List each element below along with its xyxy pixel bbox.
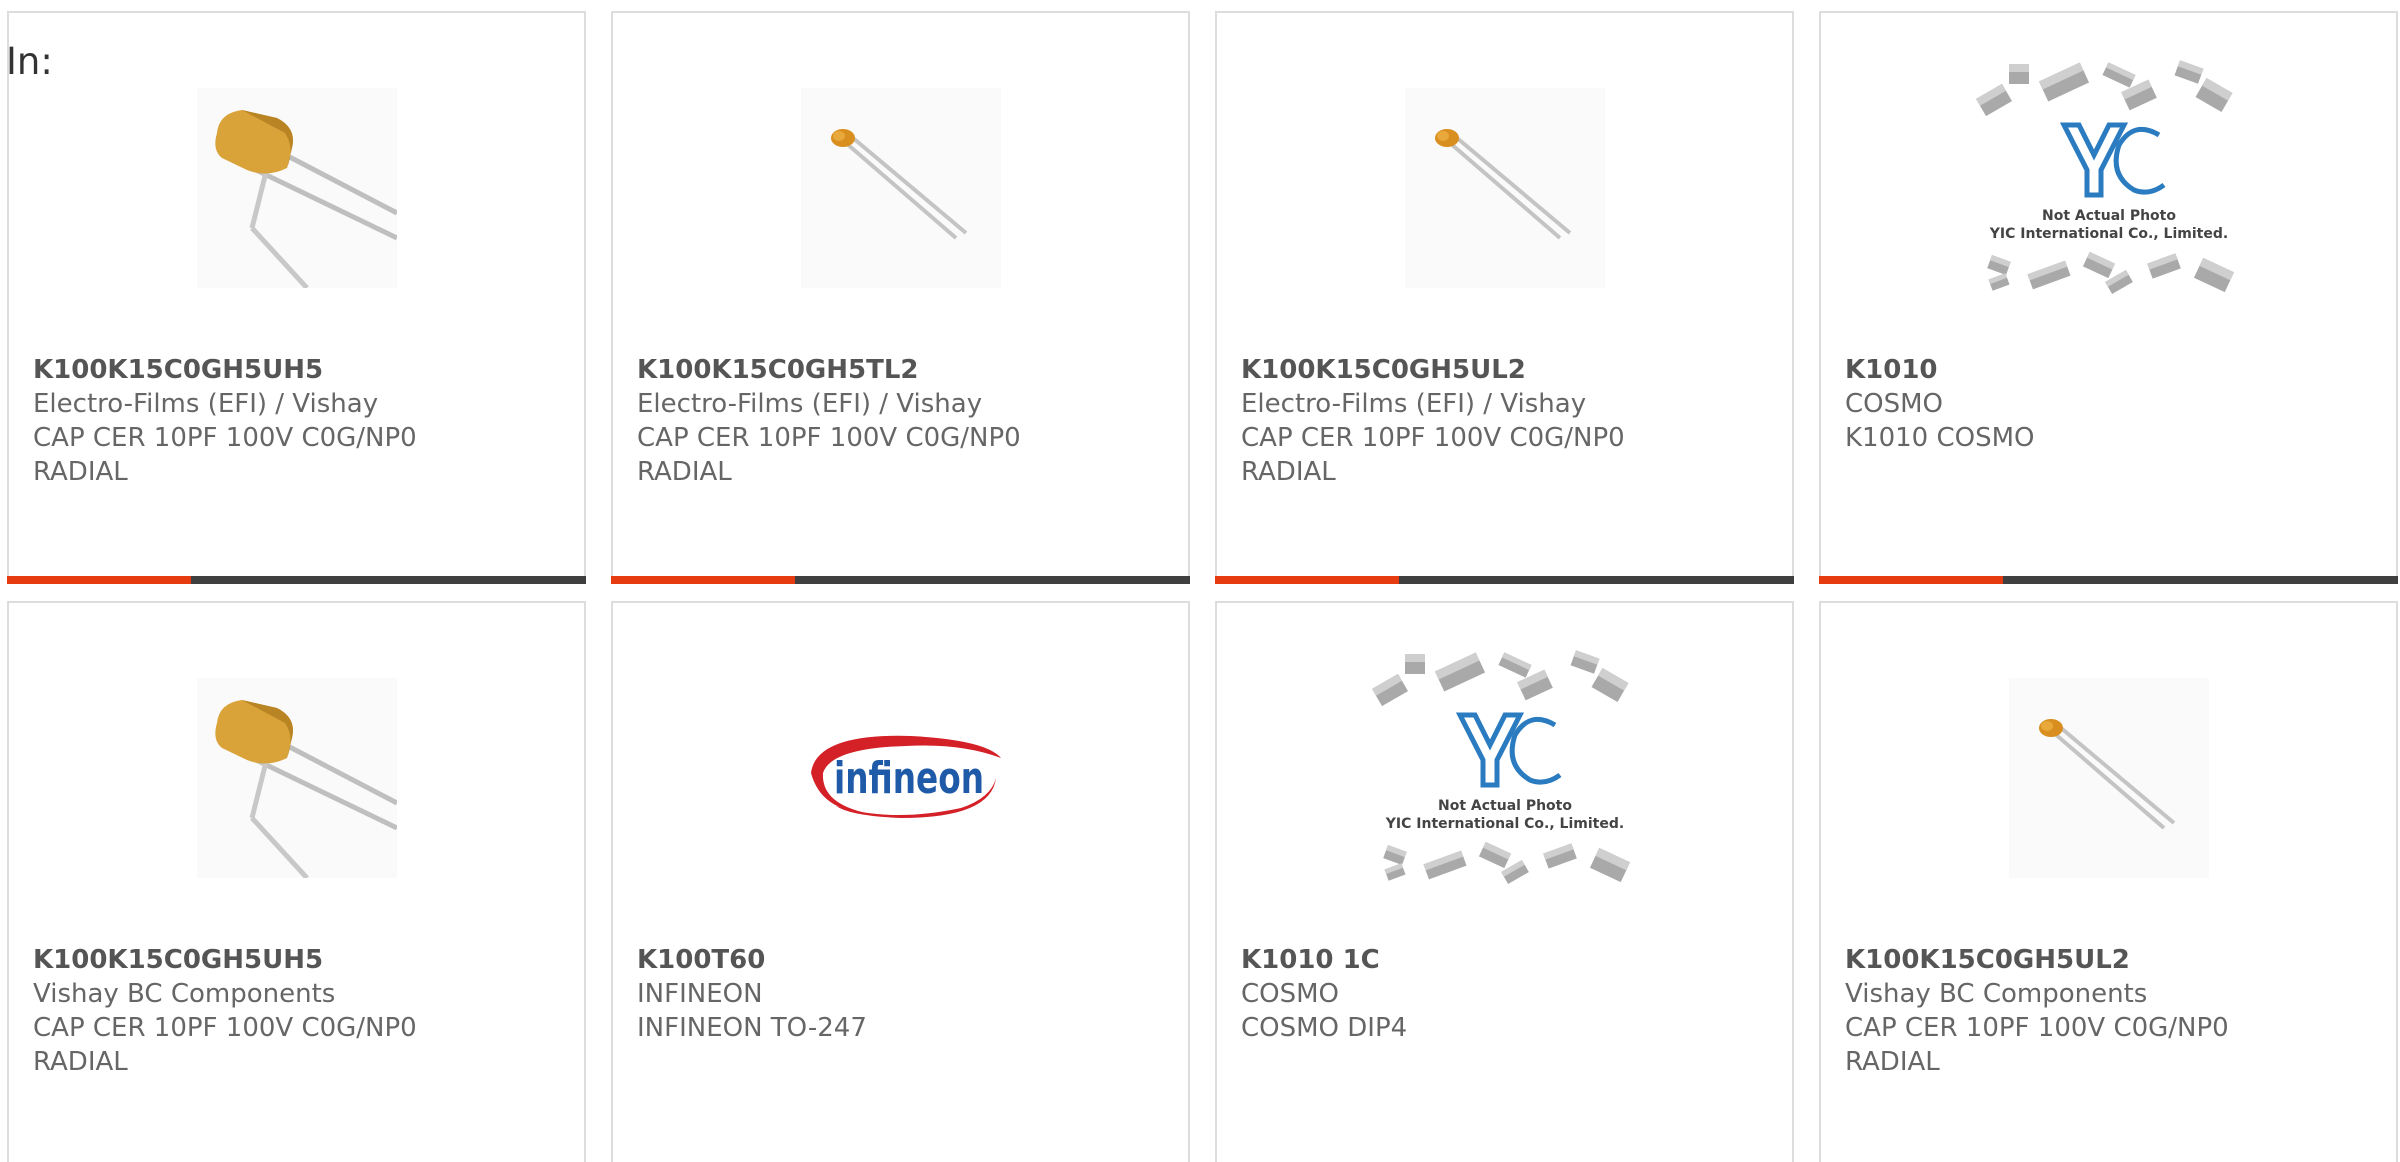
card-hover-bar: [1819, 576, 2398, 584]
ceramic-capacitor-small-icon[interactable]: [1395, 83, 1615, 293]
product-info: K100T60 INFINEON INFINEON TO-247: [637, 943, 1176, 1045]
ceramic-capacitor-small-icon[interactable]: [791, 83, 1011, 293]
product-grid: K100K15C0GH5UH5 Electro-Films (EFI) / Vis…: [7, 11, 2398, 1162]
yic-placeholder-icon[interactable]: Not Actual Photo YIC International Co., L…: [1360, 650, 1650, 885]
part-number-link[interactable]: K100K15C0GH5UH5: [33, 353, 572, 387]
svg-text:YIC International Co., Limited: YIC International Co., Limited.: [1988, 226, 2227, 242]
part-number-link[interactable]: K1010: [1845, 353, 2384, 387]
card-hover-bar: [611, 576, 1190, 584]
product-info: K1010 1C COSMO COSMO DIP4: [1241, 943, 1780, 1045]
product-description: CAP CER 10PF 100V C0G/NP0: [33, 423, 417, 453]
card-accent-bar: [611, 576, 795, 584]
svg-text:YIC International Co., Limited: YIC International Co., Limited.: [1384, 816, 1623, 832]
product-info: K100K15C0GH5UH5 Vishay BC Components CAP C…: [33, 943, 572, 1079]
product-package: RADIAL: [1845, 1047, 1940, 1077]
product-info: K1010 COSMO K1010 COSMO: [1845, 353, 2384, 455]
product-card[interactable]: K100K15C0GH5UL2 Electro-Films (EFI) / Vis…: [1215, 11, 1794, 584]
product-info: K100K15C0GH5UH5 Electro-Films (EFI) / Vis…: [33, 353, 572, 489]
manufacturer-name: Vishay BC Components: [33, 979, 336, 1009]
part-number-link[interactable]: K100K15C0GH5UL2: [1241, 353, 1780, 387]
card-hover-bar: [1215, 576, 1794, 584]
ceramic-capacitor-large-icon[interactable]: [187, 673, 407, 883]
manufacturer-name: Electro-Films (EFI) / Vishay: [1241, 389, 1587, 419]
product-card[interactable]: infineon K100T60 INFINEON INFINEON TO-247: [611, 601, 1190, 1162]
part-number-link[interactable]: K100T60: [637, 943, 1176, 977]
product-package: RADIAL: [1241, 457, 1336, 487]
card-accent-bar: [1819, 576, 2003, 584]
product-description: CAP CER 10PF 100V C0G/NP0: [1241, 423, 1625, 453]
product-card[interactable]: K100K15C0GH5UL2 Vishay BC Components CAP C…: [1819, 601, 2398, 1162]
product-description: CAP CER 10PF 100V C0G/NP0: [637, 423, 1021, 453]
product-description: K1010 COSMO: [1845, 423, 2035, 453]
product-info: K100K15C0GH5UL2 Electro-Films (EFI) / Vis…: [1241, 353, 1780, 489]
product-card[interactable]: Not Actual Photo YIC International Co., L…: [1819, 11, 2398, 584]
svg-text:infineon: infineon: [834, 753, 984, 804]
filter-label: In:: [6, 40, 53, 83]
product-card[interactable]: K100K15C0GH5TL2 Electro-Films (EFI) / Vis…: [611, 11, 1190, 584]
manufacturer-name: COSMO: [1241, 979, 1340, 1009]
manufacturer-name: Electro-Films (EFI) / Vishay: [637, 389, 983, 419]
product-package: RADIAL: [33, 457, 128, 487]
product-card[interactable]: Not Actual Photo YIC International Co., L…: [1215, 601, 1794, 1162]
product-card[interactable]: K100K15C0GH5UH5 Vishay BC Components CAP C…: [7, 601, 586, 1162]
manufacturer-name: Vishay BC Components: [1845, 979, 2148, 1009]
product-description: CAP CER 10PF 100V C0G/NP0: [1845, 1013, 2229, 1043]
infineon-logo-icon[interactable]: infineon: [791, 673, 1011, 883]
card-accent-bar: [7, 576, 191, 584]
ceramic-capacitor-large-icon[interactable]: [187, 83, 407, 293]
manufacturer-name: INFINEON: [637, 979, 763, 1009]
product-description: INFINEON TO-247: [637, 1013, 867, 1043]
yic-placeholder-icon[interactable]: Not Actual Photo YIC International Co., L…: [1964, 60, 2254, 295]
product-description: CAP CER 10PF 100V C0G/NP0: [33, 1013, 417, 1043]
part-number-link[interactable]: K100K15C0GH5TL2: [637, 353, 1176, 387]
product-description: COSMO DIP4: [1241, 1013, 1408, 1043]
manufacturer-name: Electro-Films (EFI) / Vishay: [33, 389, 379, 419]
card-accent-bar: [1215, 576, 1399, 584]
manufacturer-name: COSMO: [1845, 389, 1944, 419]
product-card[interactable]: K100K15C0GH5UH5 Electro-Films (EFI) / Vis…: [7, 11, 586, 584]
product-listing-page: In: K100K15C0GH5UH5 Electro-Films (EFI) /…: [0, 0, 2400, 1162]
product-package: RADIAL: [637, 457, 732, 487]
product-package: RADIAL: [33, 1047, 128, 1077]
product-info: K100K15C0GH5UL2 Vishay BC Components CAP C…: [1845, 943, 2384, 1079]
svg-text:Not Actual Photo: Not Actual Photo: [1438, 798, 1572, 814]
part-number-link[interactable]: K100K15C0GH5UH5: [33, 943, 572, 977]
ceramic-capacitor-small-icon[interactable]: [1999, 673, 2219, 883]
svg-text:Not Actual Photo: Not Actual Photo: [2042, 208, 2176, 224]
card-hover-bar: [7, 576, 586, 584]
part-number-link[interactable]: K1010 1C: [1241, 943, 1780, 977]
part-number-link[interactable]: K100K15C0GH5UL2: [1845, 943, 2384, 977]
product-info: K100K15C0GH5TL2 Electro-Films (EFI) / Vis…: [637, 353, 1176, 489]
